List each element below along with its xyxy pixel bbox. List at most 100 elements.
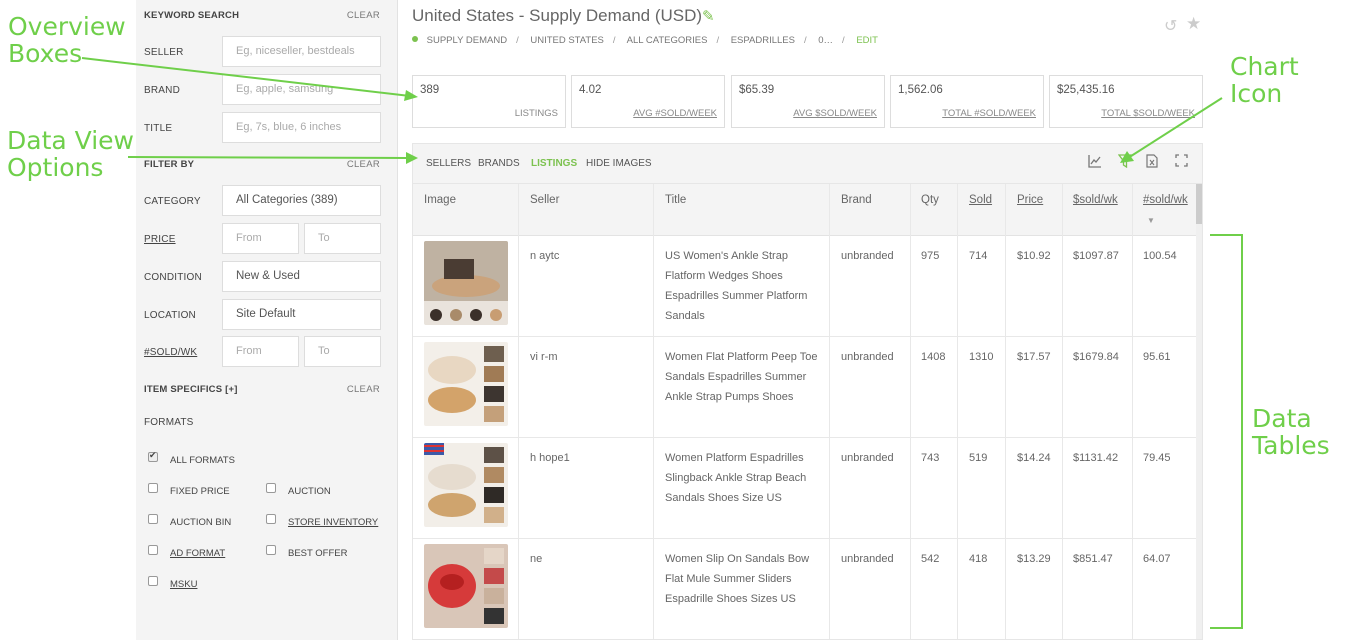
column-header-brand[interactable]: Brand [841,194,872,206]
edit-link[interactable]: EDIT [856,35,878,46]
title-cell[interactable]: Women Flat Platform Peep Toe Sandals Esp… [665,347,823,407]
auction-checkbox[interactable] [266,483,276,493]
product-thumbnail[interactable] [424,544,508,628]
annotation-data-tables: Data Tables [1252,404,1330,460]
keyword-clear-link[interactable]: CLEAR [347,10,380,21]
column-header-image: Image [424,194,456,206]
condition-select[interactable]: New & Used [222,261,381,292]
dollar-sold-wk-cell: $1131.42 [1073,452,1119,464]
dollar-sold-wk-cell: $851.47 [1073,553,1113,565]
column-header-sold[interactable]: Sold [969,194,992,206]
filter-icon[interactable] [1117,154,1133,171]
seller-cell[interactable]: vi r-m [530,347,558,367]
keyword-search-heading: KEYWORD SEARCH [144,10,240,21]
auction-bin-checkbox[interactable] [148,514,158,524]
best-offer-label: BEST OFFER [288,548,348,559]
store-inventory-checkbox[interactable] [266,514,276,524]
price-cell: $17.57 [1017,351,1051,363]
pencil-icon[interactable]: ✎ [702,7,715,25]
main-panel: United States - Supply Demand (USD) ✎ ↺ … [400,0,1210,640]
title-cell[interactable]: US Women's Ankle Strap Flatform Wedges S… [665,246,823,326]
all-formats-checkbox[interactable] [148,450,158,462]
ad-format-checkbox[interactable] [148,545,158,555]
table-row[interactable]: vi r-m Women Flat Platform Peep Toe Sand… [413,337,1198,438]
column-header-title[interactable]: Title [665,194,686,206]
annotation-chart-icon: Chart Icon [1230,52,1299,108]
view-option-listings[interactable]: LISTINGS [531,158,577,169]
filter-clear-link[interactable]: CLEAR [347,159,380,170]
column-header-dollar-sold-wk[interactable]: $sold/wk [1073,194,1118,206]
breadcrumb-item[interactable]: UNITED STATES [530,35,604,46]
column-header-num-sold-wk[interactable]: #sold/wk [1143,194,1188,206]
price-label[interactable]: PRICE [144,234,176,245]
title-label: TITLE [144,123,173,134]
price-cell: $14.24 [1017,452,1051,464]
overview-label[interactable]: AVG $SOLD/WEEK [793,108,877,119]
fixed-price-checkbox[interactable] [148,483,158,493]
product-thumbnail[interactable] [424,241,508,325]
dollar-sold-wk-cell: $1097.87 [1073,250,1119,262]
overview-label[interactable]: AVG #SOLD/WEEK [633,108,717,119]
location-select[interactable]: Site Default [222,299,381,330]
location-label: LOCATION [144,310,196,321]
annotation-data-view-options: Data View Options [7,126,134,182]
seller-cell[interactable]: ne [530,549,542,569]
sold-wk-label[interactable]: #SOLD/WK [144,347,197,358]
table-row[interactable]: n aytc US Women's Ankle Strap Flatform W… [413,236,1198,337]
brand-input[interactable]: Eg, apple, samsung [222,74,381,105]
scrollbar-thumb[interactable] [1196,184,1202,224]
seller-cell[interactable]: h hope1 [530,448,570,468]
msku-label[interactable]: MSKU [170,579,197,590]
title-input[interactable]: Eg, 7s, blue, 6 inches [222,112,381,143]
qty-cell: 542 [921,553,940,565]
table-scrollbar[interactable] [1196,184,1202,639]
page-title: United States - Supply Demand (USD) [412,6,703,25]
breadcrumb-item[interactable]: SUPPLY DEMAND [427,35,507,46]
seller-input[interactable]: Eg, niceseller, bestdeals [222,36,381,67]
overview-label[interactable]: TOTAL $SOLD/WEEK [1101,108,1195,119]
best-offer-checkbox[interactable] [266,545,276,555]
price-cell: $10.92 [1017,250,1051,262]
title-cell[interactable]: Women Slip On Sandals Bow Flat Mule Summ… [665,549,823,609]
seller-cell[interactable]: n aytc [530,246,559,266]
view-option-brands[interactable]: BRANDS [478,158,520,169]
title-cell[interactable]: Women Platform Espadrilles Slingback Ank… [665,448,823,508]
view-option-sellers[interactable]: SELLERS [426,158,471,169]
price-from-input[interactable]: From [222,223,299,254]
sold-wk-from-input[interactable]: From [222,336,299,367]
column-header-price[interactable]: Price [1017,194,1043,206]
brand-cell: unbranded [841,452,894,464]
breadcrumb-item[interactable]: ALL CATEGORIES [627,35,708,46]
overview-value: $25,435.16 [1057,84,1115,96]
table-row[interactable]: ne Women Slip On Sandals Bow Flat Mule S… [413,539,1198,639]
table-row[interactable]: h hope1 Women Platform Espadrilles Sling… [413,438,1198,539]
history-icon[interactable]: ↺ [1164,16,1177,36]
star-icon[interactable]: ★ [1186,14,1201,34]
overview-box-avg-sold: 4.02 AVG #SOLD/WEEK [571,75,725,128]
qty-cell: 743 [921,452,940,464]
overview-label: LISTINGS [514,108,558,119]
num-sold-wk-cell: 95.61 [1143,351,1171,363]
breadcrumb-item[interactable]: ESPADRILLES [731,35,795,46]
sold-wk-to-input[interactable]: To [304,336,381,367]
breadcrumb-item[interactable]: 0… [818,35,833,46]
category-select[interactable]: All Categories (389) [222,185,381,216]
ad-format-label[interactable]: AD FORMAT [170,548,225,559]
product-thumbnail[interactable] [424,342,508,426]
overview-label[interactable]: TOTAL #SOLD/WEEK [942,108,1036,119]
excel-export-icon[interactable] [1146,154,1158,171]
msku-checkbox[interactable] [148,576,158,586]
overview-value: 389 [420,84,440,96]
item-specifics-clear-link[interactable]: CLEAR [347,384,380,395]
item-specifics-toggle[interactable]: ITEM SPECIFICS [+] [144,384,238,395]
fullscreen-icon[interactable] [1175,154,1188,170]
product-thumbnail[interactable] [424,443,508,527]
store-inventory-label[interactable]: STORE INVENTORY [288,517,378,528]
column-header-seller[interactable]: Seller [530,194,559,206]
column-header-qty[interactable]: Qty [921,194,939,206]
overview-box-total-dollar: $25,435.16 TOTAL $SOLD/WEEK [1049,75,1203,128]
price-to-input[interactable]: To [304,223,381,254]
view-option-hide-images[interactable]: HIDE IMAGES [586,158,652,169]
brand-cell: unbranded [841,250,894,262]
chart-icon[interactable] [1088,154,1102,171]
